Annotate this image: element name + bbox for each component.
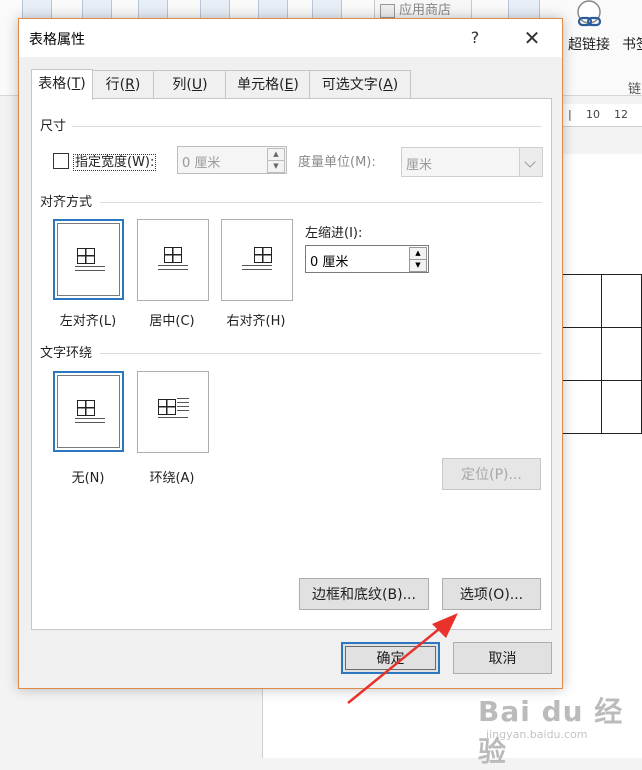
cancel-button[interactable]: 取消 xyxy=(453,642,552,674)
ruler: | 10 12 xyxy=(560,104,642,127)
tab-column-key: U xyxy=(191,77,203,93)
preferred-width-text: 指定宽度(W): xyxy=(73,154,157,171)
preferred-width-checkbox[interactable] xyxy=(53,153,69,169)
tab-column[interactable]: 列(U) xyxy=(153,70,227,99)
close-button[interactable]: ✕ xyxy=(514,23,550,53)
wrap-none-option[interactable] xyxy=(53,371,124,452)
indent-value: 0 厘米 xyxy=(310,255,349,270)
watermark-url: jingyan.baidu.com xyxy=(486,728,588,741)
size-divider xyxy=(72,126,542,127)
bookmark-label[interactable]: 书签 xyxy=(622,34,642,54)
text-lines-icon xyxy=(177,398,189,414)
measure-in-select[interactable]: 厘米 xyxy=(401,147,543,177)
positioning-button[interactable]: 定位(P)... xyxy=(442,458,541,490)
size-section-title: 尺寸 xyxy=(40,119,67,134)
alignment-divider xyxy=(100,202,542,203)
tab-row-label: 行( xyxy=(105,77,126,93)
tab-table-key: T xyxy=(71,76,81,92)
options-button[interactable]: 选项(O)... xyxy=(442,578,541,610)
document-table[interactable] xyxy=(560,274,642,434)
tab-row-key: R xyxy=(125,77,135,93)
borders-shading-button[interactable]: 边框和底纹(B)... xyxy=(299,578,429,610)
tab-alt-text-label: 可选文字( xyxy=(321,77,384,93)
ruler-tick: 10 xyxy=(586,108,600,121)
text-lines-icon xyxy=(75,266,105,274)
hyperlink-icon xyxy=(577,0,602,27)
ribbon-tool-icon[interactable] xyxy=(82,0,112,19)
table-wrap-around-icon xyxy=(158,399,176,415)
alignment-section-title: 对齐方式 xyxy=(40,195,93,210)
tab-alt-text[interactable]: 可选文字(A) xyxy=(309,70,411,99)
help-button[interactable]: ? xyxy=(459,23,491,53)
align-left-option[interactable] xyxy=(53,219,124,300)
table-align-right-icon xyxy=(254,247,272,263)
wrap-none-label[interactable]: 无(N) xyxy=(43,467,133,486)
table-align-left-icon xyxy=(77,248,95,264)
width-down-arrow-icon[interactable]: ▼ xyxy=(267,160,285,173)
measure-in-value: 厘米 xyxy=(406,158,433,173)
tab-row[interactable]: 行(R) xyxy=(91,70,155,99)
tab-table-label: 表格( xyxy=(38,76,72,92)
tab-alt-text-end: ) xyxy=(392,77,399,93)
width-stepper[interactable]: 0 厘米 ▲ ▼ xyxy=(177,146,287,174)
ok-button[interactable]: 确定 xyxy=(341,642,440,674)
align-center-label[interactable]: 居中(C) xyxy=(127,310,217,329)
ribbon-smartart-icon[interactable] xyxy=(200,0,230,19)
ribbon-chart-icon[interactable] xyxy=(258,0,288,19)
text-lines-icon xyxy=(75,418,105,426)
preferred-width-label[interactable]: 指定宽度(W): xyxy=(73,151,157,171)
tab-cell[interactable]: 单元格(E) xyxy=(225,70,311,99)
align-right-label[interactable]: 右对齐(H) xyxy=(211,310,301,329)
text-lines-icon xyxy=(158,417,188,421)
ribbon-screenshot-icon[interactable] xyxy=(312,0,342,19)
wrap-around-label[interactable]: 环绕(A) xyxy=(127,467,217,486)
indent-down-arrow-icon[interactable]: ▼ xyxy=(409,259,427,272)
indent-stepper[interactable]: 0 厘米 ▲ ▼ xyxy=(305,245,429,273)
hyperlink-label: 超链接 xyxy=(568,37,610,53)
wrapping-divider xyxy=(100,353,542,354)
align-right-option[interactable] xyxy=(221,219,293,301)
table-tab-panel: 尺寸 指定宽度(W): 0 厘米 ▲ ▼ 度量单位(M): 厘米 对齐方式 左对… xyxy=(31,98,552,630)
tab-table-end: ) xyxy=(80,76,86,92)
text-lines-icon xyxy=(158,265,188,273)
store-icon xyxy=(380,4,395,18)
tab-row-end: ) xyxy=(134,77,141,93)
chevron-down-icon[interactable] xyxy=(519,148,542,176)
width-value: 0 厘米 xyxy=(182,156,221,171)
align-left-label[interactable]: 左对齐(L) xyxy=(43,310,133,329)
store-label: 应用商店 xyxy=(399,3,452,18)
links-group-label: 链 xyxy=(628,82,642,97)
tab-column-end: ) xyxy=(202,77,208,93)
text-lines-icon xyxy=(242,265,272,273)
ruler-tick: 12 xyxy=(614,108,628,121)
tab-column-label: 列( xyxy=(172,77,192,93)
ribbon-shapes-icon[interactable] xyxy=(138,0,168,19)
dialog-titlebar[interactable]: 表格属性 ? ✕ xyxy=(19,19,562,57)
dialog-title: 表格属性 xyxy=(29,32,85,48)
indent-from-left-label: 左缩进(I): xyxy=(305,226,363,241)
tab-cell-end: ) xyxy=(293,77,299,93)
ruler-tick: | xyxy=(568,108,572,121)
wrapping-section-title: 文字环绕 xyxy=(40,346,93,361)
tab-alt-text-key: A xyxy=(383,77,393,93)
tab-table[interactable]: 表格(T) xyxy=(31,69,93,100)
table-properties-dialog: 表格属性 ? ✕ 表格(T) 行(R) 列(U) 单元格(E) 可选文字(A) … xyxy=(18,18,563,689)
tab-cell-label: 单元格( xyxy=(237,77,285,93)
ribbon-tool-icon[interactable] xyxy=(22,0,52,19)
table-align-center-icon xyxy=(164,247,182,263)
table-wrap-none-icon xyxy=(77,400,95,416)
align-center-option[interactable] xyxy=(137,219,209,301)
measure-in-label: 度量单位(M): xyxy=(298,155,376,170)
wrap-around-option[interactable] xyxy=(137,371,209,453)
